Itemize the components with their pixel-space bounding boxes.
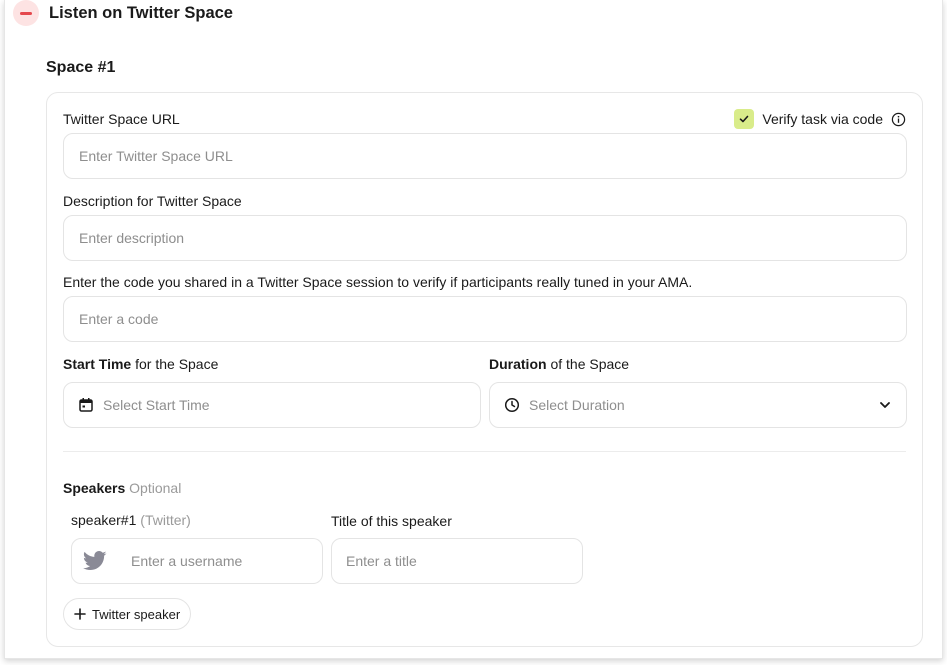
start-time-picker[interactable]: Select Start Time [63, 382, 481, 428]
description-input[interactable] [79, 230, 906, 246]
speakers-optional: Optional [129, 480, 182, 496]
duration-label-bold: Duration [489, 356, 547, 372]
twitter-icon [83, 551, 107, 570]
url-input[interactable] [79, 148, 906, 164]
speaker-title-label: Title of this speaker [331, 513, 452, 529]
verify-checkbox-group[interactable]: Verify task via code [734, 109, 906, 129]
twitter-icon-box [71, 538, 119, 584]
verify-label: Verify task via code [762, 111, 883, 127]
code-input[interactable] [79, 311, 906, 327]
space-form: Twitter Space URL Verify task via code D… [46, 92, 923, 647]
start-time-placeholder: Select Start Time [103, 397, 210, 413]
duration-select[interactable]: Select Duration [489, 382, 907, 428]
speaker-username-field[interactable] [118, 538, 323, 584]
speaker-label: speaker#1 (Twitter) [71, 512, 191, 528]
description-label: Description for Twitter Space [63, 193, 242, 209]
remove-section-button[interactable] [13, 0, 39, 26]
start-time-label-rest: for the Space [131, 356, 219, 372]
speakers-label: Speakers Optional [63, 480, 181, 496]
duration-placeholder: Select Duration [529, 397, 625, 413]
speaker-username-input[interactable] [131, 553, 322, 569]
chevron-down-icon [880, 402, 890, 408]
code-field[interactable] [63, 296, 907, 342]
speakers-label-bold: Speakers [63, 480, 126, 496]
url-label: Twitter Space URL [63, 111, 180, 127]
space-label: Space #1 [46, 59, 116, 76]
speaker-platform: (Twitter) [140, 512, 191, 528]
verify-checkbox[interactable] [734, 109, 755, 129]
duration-label-rest: of the Space [546, 356, 630, 372]
minus-icon [20, 11, 32, 15]
clock-icon [504, 397, 520, 413]
check-icon [740, 115, 749, 123]
speaker-title-input[interactable] [346, 553, 582, 569]
plus-icon [74, 608, 86, 620]
task-card: Listen on Twitter Space Space #1 Twitter… [4, 0, 943, 659]
section-title: Listen on Twitter Space [49, 3, 233, 22]
code-label: Enter the code you shared in a Twitter S… [63, 274, 693, 290]
calendar-icon [79, 398, 93, 412]
info-icon[interactable] [891, 112, 906, 127]
divider [63, 451, 906, 452]
add-twitter-speaker-button[interactable]: Twitter speaker [63, 598, 192, 630]
start-time-label: Start Time for the Space [63, 356, 218, 372]
duration-label: Duration of the Space [489, 356, 629, 372]
start-time-label-bold: Start Time [63, 356, 132, 372]
add-speaker-label: Twitter speaker [92, 606, 181, 622]
speaker-title-field[interactable] [331, 538, 583, 584]
section-header: Listen on Twitter Space [13, 0, 233, 26]
speaker-name-label: speaker#1 [71, 512, 137, 528]
description-field[interactable] [63, 215, 907, 261]
url-field[interactable] [63, 133, 907, 179]
